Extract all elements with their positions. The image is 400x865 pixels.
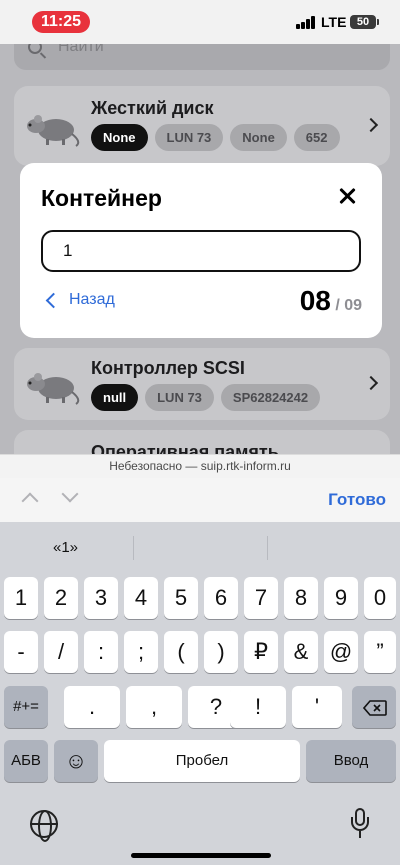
keyboard: «1» 1 2 3 4 5 6 7 8 9 0 - / : ; ( ) ₽ & … xyxy=(0,522,400,865)
done-button[interactable]: Готово xyxy=(328,490,386,510)
close-icon[interactable] xyxy=(337,185,359,207)
key-comma[interactable]: , xyxy=(126,686,182,728)
key-at[interactable]: @ xyxy=(324,631,358,673)
chip-row: None LUN 73 None 652 xyxy=(91,124,340,151)
current-page: 08 xyxy=(299,285,331,316)
chip-row: null LUN 73 SP62824242 xyxy=(91,384,321,411)
card-title: Жесткий диск xyxy=(91,98,214,118)
backspace-key[interactable] xyxy=(352,686,396,728)
suggestion[interactable]: «1» xyxy=(53,539,78,556)
chip: None xyxy=(91,124,148,151)
key-9[interactable]: 9 xyxy=(324,577,358,619)
abc-key[interactable]: АБВ xyxy=(4,740,48,782)
key-exclamation[interactable]: ! xyxy=(230,686,286,728)
key-colon[interactable]: : xyxy=(84,631,118,673)
key-quote[interactable]: ” xyxy=(364,631,396,673)
key-0[interactable]: 0 xyxy=(364,577,396,619)
search-placeholder: Найти xyxy=(58,44,104,55)
key-ruble[interactable]: ₽ xyxy=(244,631,278,673)
home-indicator[interactable] xyxy=(131,853,271,858)
key-apostrophe[interactable]: ' xyxy=(292,686,342,728)
card-title: Оперативная память xyxy=(91,442,279,454)
status-time: 11:25 xyxy=(32,11,90,33)
emoji-key[interactable]: ☺ xyxy=(54,740,98,782)
status-bar: 11:25 LTE 50 xyxy=(0,0,400,44)
key-paren-open[interactable]: ( xyxy=(164,631,198,673)
chip: LUN 73 xyxy=(154,124,224,151)
key-3[interactable]: 3 xyxy=(84,577,118,619)
key-paren-close[interactable]: ) xyxy=(204,631,238,673)
microphone-icon[interactable] xyxy=(350,808,370,840)
search-bar[interactable]: Найти xyxy=(14,44,390,70)
battery-icon: 50 xyxy=(350,15,379,29)
chip: SP62824242 xyxy=(220,384,321,411)
chip: LUN 73 xyxy=(145,384,214,411)
chevron-left-icon xyxy=(45,292,62,308)
divider xyxy=(133,536,134,560)
back-button[interactable]: Назад xyxy=(45,291,115,309)
suggestion-bar: «1» xyxy=(0,532,400,564)
next-field-icon[interactable] xyxy=(61,485,79,503)
key-6[interactable]: 6 xyxy=(204,577,238,619)
modal-title: Контейнер xyxy=(41,185,162,211)
keyboard-toolbar: Готово xyxy=(0,478,400,522)
divider xyxy=(267,536,268,560)
card-title: Контроллер SCSI xyxy=(91,358,245,378)
key-8[interactable]: 8 xyxy=(284,577,318,619)
key-ampersand[interactable]: & xyxy=(284,631,318,673)
total-pages: / 09 xyxy=(335,297,362,314)
address-bar[interactable]: Небезопасно — suip.rtk-inform.ru xyxy=(0,454,400,478)
key-4[interactable]: 4 xyxy=(124,577,158,619)
back-label: Назад xyxy=(69,291,115,308)
key-2[interactable]: 2 xyxy=(44,577,78,619)
chevron-right-icon xyxy=(363,375,379,391)
mouse-icon xyxy=(27,115,80,147)
space-key[interactable]: Пробел xyxy=(104,740,300,782)
container-input[interactable]: 1 xyxy=(41,230,361,272)
chip: 652 xyxy=(293,124,340,151)
network-type: LTE xyxy=(321,14,347,30)
device-card-hdd[interactable]: Жесткий диск None LUN 73 None 652 xyxy=(14,86,390,166)
chip: None xyxy=(230,124,287,151)
key-period[interactable]: . xyxy=(64,686,120,728)
signal-icon xyxy=(296,16,316,29)
return-key[interactable]: Ввод xyxy=(306,740,396,782)
key-5[interactable]: 5 xyxy=(164,577,198,619)
key-slash[interactable]: / xyxy=(44,631,78,673)
previous-field-icon[interactable] xyxy=(21,492,39,510)
device-card-scsi[interactable]: Контроллер SCSI null LUN 73 SP62824242 xyxy=(14,348,390,420)
symbols-key[interactable]: #+= xyxy=(4,686,48,728)
globe-icon[interactable] xyxy=(30,810,58,842)
key-1[interactable]: 1 xyxy=(4,577,38,619)
backspace-icon xyxy=(363,700,387,716)
key-semicolon[interactable]: ; xyxy=(124,631,158,673)
page-counter: 08 / 09 xyxy=(300,285,362,317)
chevron-right-icon xyxy=(363,117,379,133)
container-modal: Контейнер 1 Назад 08 / 09 xyxy=(20,163,382,338)
search-icon xyxy=(28,44,42,54)
emoji-icon: ☺ xyxy=(64,748,88,773)
mouse-icon xyxy=(27,373,80,405)
key-hyphen[interactable]: - xyxy=(4,631,38,673)
chip: null xyxy=(91,384,139,411)
key-7[interactable]: 7 xyxy=(244,577,278,619)
device-card-ram[interactable]: Оперативная память xyxy=(14,430,390,454)
